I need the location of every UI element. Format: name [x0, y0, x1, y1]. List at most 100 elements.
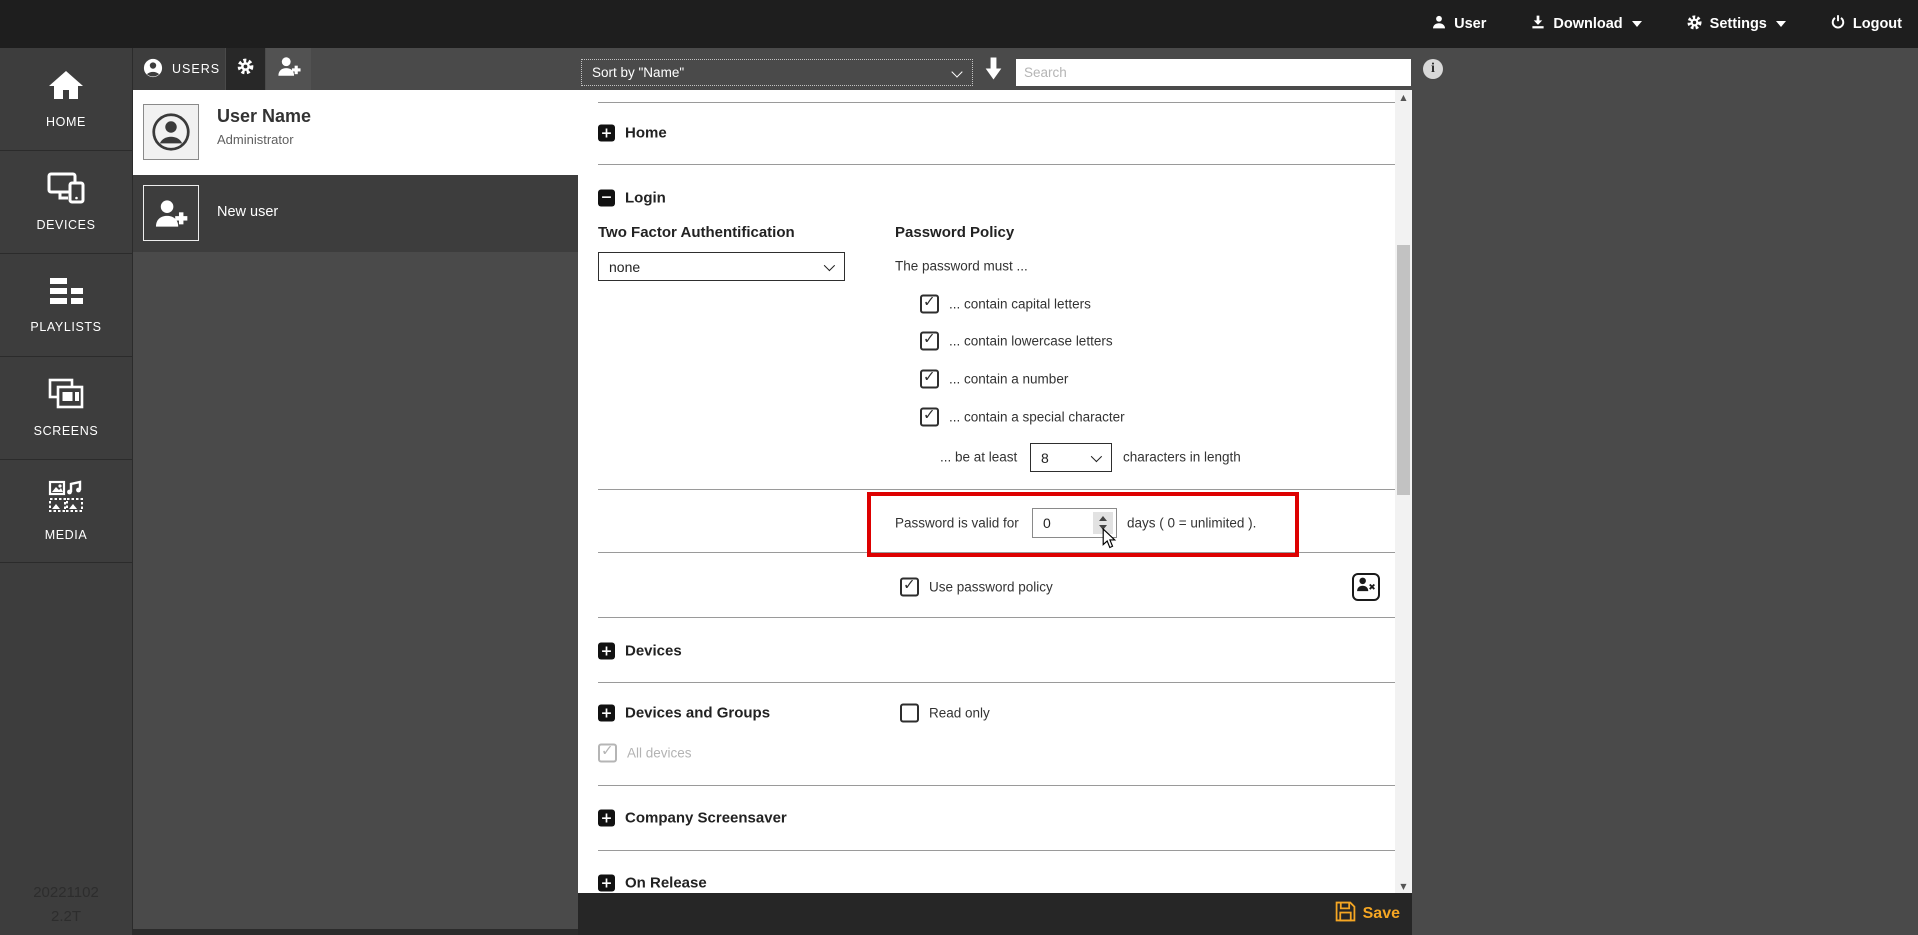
topbar-download-button[interactable]: Download [1530, 14, 1642, 34]
spinner-buttons[interactable] [1093, 512, 1113, 534]
topbar-logout-label: Logout [1852, 16, 1902, 32]
user-list-item-selected[interactable]: User Name Administrator [133, 90, 578, 175]
version-date: 20221102 [33, 884, 99, 901]
user-settings-form: Home Login Two Factor Authentification n… [578, 90, 1405, 893]
topbar-logout-button[interactable]: Logout [1830, 14, 1902, 34]
valid-days-label: Password is valid for [895, 515, 1019, 531]
sidebar-item-playlists[interactable]: PLAYLISTS [0, 254, 132, 357]
tfa-select-value: none [609, 258, 641, 275]
special-character-checkbox[interactable] [920, 406, 939, 427]
tfa-select[interactable]: none [598, 252, 845, 281]
sidebar-item-media[interactable]: MEDIA [0, 460, 132, 563]
divider [598, 489, 1405, 490]
devices-icon [46, 172, 86, 209]
divider [598, 785, 1405, 786]
section-home-label: Home [625, 124, 667, 142]
tab-users-label: USERS [172, 62, 221, 76]
sidebar-item-home[interactable]: HOME [0, 48, 132, 151]
password-policy-intro: The password must ... [895, 258, 1028, 274]
user-icon [1431, 14, 1447, 34]
download-users-button[interactable] [985, 57, 1002, 85]
tab-users[interactable]: USERS [133, 48, 225, 90]
playlists-icon [48, 276, 84, 311]
policy-lowercase-row: ... contain lowercase letters [920, 330, 1113, 351]
user-plus-icon [277, 56, 301, 82]
gear-icon [1686, 14, 1703, 35]
content-scrollbar[interactable]: ▲ ▼ [1395, 90, 1412, 893]
user-plus-icon [143, 185, 199, 241]
divider [598, 164, 1405, 165]
divider [598, 850, 1405, 851]
scroll-up-icon[interactable]: ▲ [1395, 90, 1412, 104]
policy-capital-row: ... contain capital letters [920, 293, 1091, 314]
number-label: ... contain a number [949, 371, 1069, 387]
add-user-button[interactable] [266, 48, 311, 90]
scroll-down-icon[interactable]: ▼ [1395, 879, 1412, 893]
new-user-list-item[interactable]: New user [133, 175, 578, 252]
all-devices-checkbox [598, 742, 617, 763]
sidebar-item-screens[interactable]: SCREENS [0, 357, 132, 460]
topbar-settings-label: Settings [1709, 16, 1767, 32]
search-input[interactable] [1016, 59, 1411, 86]
scrollbar-thumb[interactable] [1397, 245, 1410, 495]
valid-days-value: 0 [1043, 515, 1051, 531]
arrow-down-icon [985, 57, 1002, 84]
users-toolbar: USERS Sort by "Name" i [133, 48, 1918, 90]
tfa-label: Two Factor Authentification [598, 224, 795, 241]
user-settings-button[interactable] [226, 48, 265, 90]
number-checkbox[interactable] [920, 368, 939, 389]
length-select-value: 8 [1041, 449, 1049, 466]
section-devices-groups-label: Devices and Groups [625, 704, 771, 722]
power-icon [1830, 14, 1846, 34]
section-release-label: On Release [625, 874, 707, 892]
expand-icon [598, 642, 615, 660]
lowercase-letters-checkbox[interactable] [920, 330, 939, 351]
sidebar-item-label: DEVICES [36, 218, 96, 232]
expand-icon [598, 704, 615, 722]
user-role: Administrator [217, 132, 294, 147]
valid-days-input[interactable]: 0 [1032, 508, 1117, 538]
sidebar-item-devices[interactable]: DEVICES [0, 151, 132, 254]
save-floppy-icon [1335, 901, 1356, 927]
avatar [143, 104, 199, 160]
length-select[interactable]: 8 [1030, 443, 1112, 472]
section-release[interactable]: On Release [598, 874, 707, 892]
sort-select[interactable]: Sort by "Name" [581, 59, 973, 86]
section-screensaver-label: Company Screensaver [625, 809, 787, 827]
use-password-policy-label: Use password policy [929, 579, 1053, 595]
sidebar-item-label: SCREENS [33, 424, 99, 438]
topbar-user-button[interactable]: User [1431, 14, 1486, 34]
read-only-checkbox[interactable] [900, 703, 919, 723]
chevron-down-icon [1090, 450, 1103, 462]
action-bar: Save [578, 893, 1412, 935]
topbar-user-label: User [1454, 16, 1487, 32]
section-devices-groups[interactable]: Devices and Groups [598, 704, 771, 722]
divider [598, 552, 1405, 553]
policy-number-row: ... contain a number [920, 368, 1069, 389]
download-icon [1530, 14, 1546, 34]
capital-letters-checkbox[interactable] [920, 293, 939, 314]
chevron-down-icon [1631, 21, 1642, 27]
section-login[interactable]: Login [598, 189, 666, 207]
length-prefix: ... be at least [940, 449, 1018, 465]
topbar-download-label: Download [1553, 16, 1623, 32]
valid-days-suffix: days ( 0 = unlimited ). [1127, 515, 1257, 531]
section-home[interactable]: Home [598, 124, 667, 142]
new-user-label: New user [217, 204, 279, 220]
section-devices[interactable]: Devices [598, 642, 682, 660]
user-list-panel: User Name Administrator New user [133, 90, 578, 935]
info-icon[interactable]: i [1423, 59, 1443, 79]
use-policy-row: Use password policy [900, 576, 1053, 597]
remove-user-button[interactable] [1352, 573, 1380, 601]
save-button[interactable]: Save [1335, 901, 1400, 927]
topbar: User Download Settings Logout [0, 0, 1918, 48]
user-x-icon [1356, 577, 1376, 597]
media-icon [47, 480, 85, 519]
divider [598, 102, 1405, 103]
sidebar-item-label: PLAYLISTS [30, 320, 102, 334]
spin-down-icon [1099, 525, 1107, 530]
password-policy-title: Password Policy [895, 224, 1015, 241]
section-screensaver[interactable]: Company Screensaver [598, 809, 787, 827]
use-password-policy-checkbox[interactable] [900, 576, 919, 597]
topbar-settings-button[interactable]: Settings [1686, 14, 1786, 35]
